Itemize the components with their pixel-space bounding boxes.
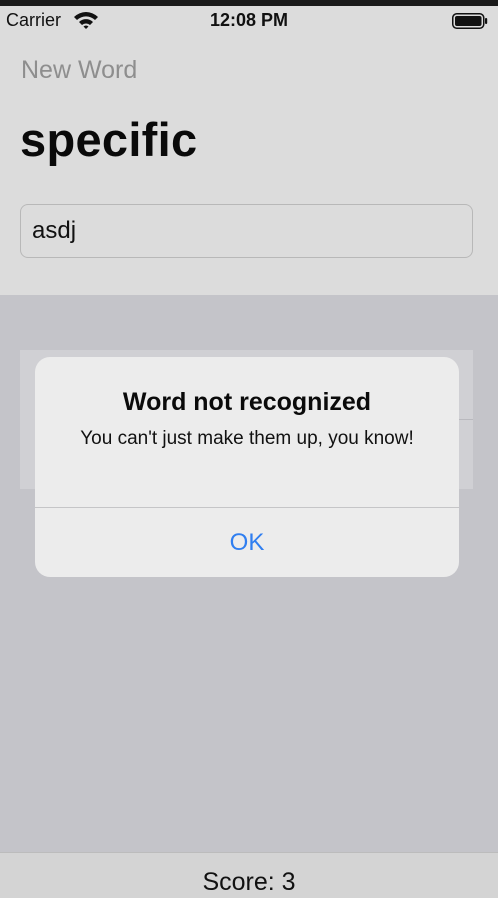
score-label: Score: 3 — [202, 868, 296, 896]
word-not-recognized-alert: Word not recognized You can't just make … — [35, 357, 459, 577]
alert-title: Word not recognized — [122, 388, 372, 416]
status-time: 12:08 PM — [209, 10, 289, 30]
word-input[interactable] — [20, 204, 473, 258]
alert-ok-button[interactable]: OK — [35, 508, 459, 577]
root-word-title: specific — [20, 113, 198, 166]
bottom-toolbar: Score: 3 — [0, 852, 498, 898]
status-bar: Carrier 12:08 PM — [0, 6, 498, 36]
battery-icon — [452, 13, 488, 29]
alert-message: You can't just make them up, you know! — [80, 428, 414, 449]
new-word-button[interactable]: New Word — [21, 56, 137, 85]
